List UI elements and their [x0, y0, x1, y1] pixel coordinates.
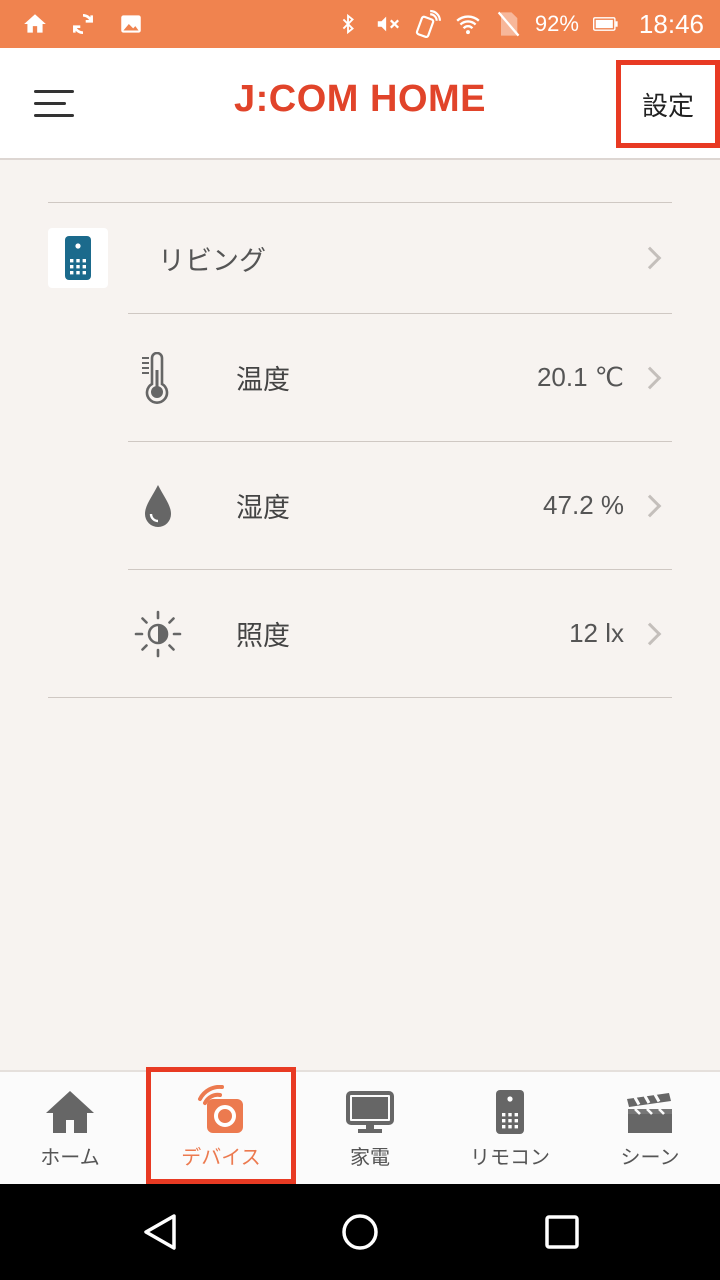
app-logo: J:COM HOME: [234, 78, 486, 120]
chevron-right-icon: [638, 366, 662, 389]
app-bar: J:COM HOME 設定: [0, 48, 720, 160]
nfc-phone-icon: [415, 9, 441, 39]
nav-home[interactable]: ホーム: [0, 1072, 140, 1184]
sensor-row-illuminance[interactable]: 照度 12 lx: [128, 569, 672, 697]
recent-apps-icon[interactable]: [542, 1212, 582, 1252]
thermometer-icon: [128, 351, 188, 404]
sensor-label: 温度: [236, 365, 290, 396]
image-icon: [118, 11, 144, 37]
nav-devices[interactable]: デバイス: [146, 1067, 296, 1184]
status-bar: 92% 18:46: [0, 0, 720, 48]
mute-icon: [375, 11, 401, 37]
clock: 18:46: [638, 8, 704, 39]
home-circle-icon[interactable]: [340, 1212, 380, 1252]
sensor-value: 12 lx: [569, 618, 624, 648]
sensor-row-humidity[interactable]: 湿度 47.2 %: [128, 441, 672, 569]
system-nav-bar: [0, 1184, 720, 1280]
water-drop-icon: [128, 483, 188, 529]
sync-icon: [70, 11, 96, 37]
sensor-label: 湿度: [236, 493, 290, 524]
home-icon: [46, 1091, 94, 1133]
chevron-right-icon: [638, 246, 662, 270]
home-status-icon: [22, 11, 48, 37]
nav-remote[interactable]: リモコン: [440, 1072, 580, 1184]
room-row[interactable]: リビング: [48, 203, 672, 313]
no-sim-icon: [495, 11, 521, 37]
wifi-icon: [455, 11, 481, 37]
room-name: リビング: [158, 245, 266, 277]
remote-device-icon: [48, 228, 108, 288]
settings-button[interactable]: 設定: [616, 60, 720, 148]
battery-icon: [592, 11, 619, 37]
sensor-value: 47.2 %: [543, 490, 624, 520]
sensor-label: 照度: [236, 621, 290, 652]
bottom-nav: ホーム デバイス 家電 リモコン シーン: [0, 1067, 720, 1184]
sensor-row-temperature[interactable]: 温度 20.1 ℃: [128, 313, 672, 441]
device-icon: [198, 1085, 243, 1133]
remote-icon: [496, 1090, 524, 1134]
chevron-right-icon: [638, 622, 662, 645]
brightness-icon: [128, 610, 188, 658]
back-icon[interactable]: [140, 1212, 180, 1252]
clapperboard-icon: [627, 1093, 672, 1133]
nav-appliances[interactable]: 家電: [300, 1072, 440, 1184]
device-list: リビング 温度 20.1 ℃ 湿度 47.2 % 照度 12 lx: [48, 202, 672, 698]
nav-scenes[interactable]: シーン: [580, 1072, 720, 1184]
battery-percent: 92%: [534, 11, 579, 36]
chevron-right-icon: [638, 494, 662, 517]
bluetooth-icon: [335, 11, 361, 37]
sensor-value: 20.1 ℃: [536, 362, 624, 392]
monitor-icon: [346, 1091, 394, 1133]
